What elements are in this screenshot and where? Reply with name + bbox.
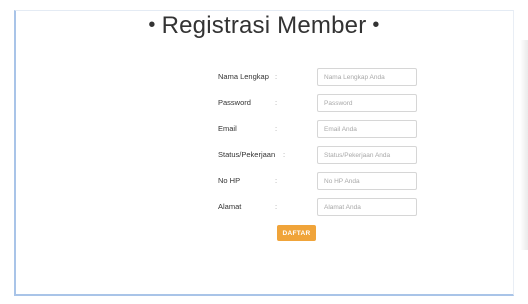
form-row-password: Password : xyxy=(0,94,528,114)
password-input[interactable] xyxy=(317,94,417,112)
no-hp-input[interactable] xyxy=(317,172,417,190)
page-title: • Registrasi Member • xyxy=(0,12,528,40)
label-status-pekerjaan: Status/Pekerjaan xyxy=(218,150,276,159)
nama-lengkap-input[interactable] xyxy=(317,68,417,86)
label-email: Email xyxy=(218,124,237,133)
label-no-hp: No HP xyxy=(218,176,241,185)
label-alamat: Alamat xyxy=(218,202,242,211)
colon-nama-lengkap: : xyxy=(275,72,278,81)
form-row-status-pekerjaan: Status/Pekerjaan : xyxy=(0,146,528,166)
colon-alamat: : xyxy=(275,202,278,211)
daftar-button[interactable]: DAFTAR xyxy=(277,225,316,241)
status-pekerjaan-input[interactable] xyxy=(317,146,417,164)
form-row-nama-lengkap: Nama Lengkap : xyxy=(0,68,528,88)
label-nama-lengkap: Nama Lengkap xyxy=(218,72,269,81)
page: •Registrasi Member• Nama Lengkap : Passw… xyxy=(0,0,528,304)
title-bullet-right: • xyxy=(372,14,380,36)
form-row-no-hp: No HP : xyxy=(0,172,528,192)
form-row-email: Email : xyxy=(0,120,528,140)
title-bullet-left: • xyxy=(148,14,156,36)
colon-email: : xyxy=(275,124,278,133)
colon-no-hp: : xyxy=(275,176,278,185)
title-text: Registrasi Member xyxy=(161,12,367,39)
label-password: Password xyxy=(218,98,251,107)
form-row-alamat: Alamat : xyxy=(0,198,528,218)
alamat-input[interactable] xyxy=(317,198,417,216)
colon-password: : xyxy=(275,98,278,107)
colon-status-pekerjaan: : xyxy=(283,150,286,159)
email-input[interactable] xyxy=(317,120,417,138)
